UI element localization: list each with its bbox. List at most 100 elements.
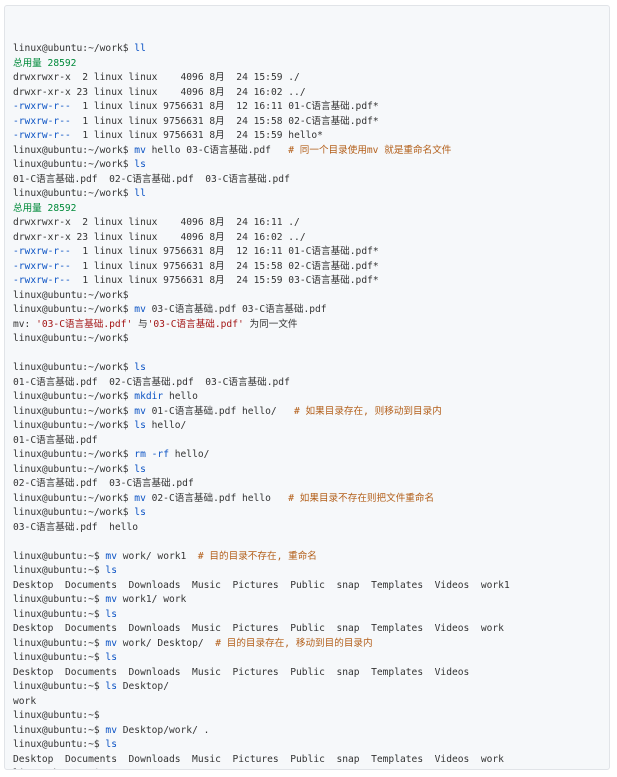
terminal-segment: drwxrwxr-x 2 linux linux 4096 8月 24 16:1… <box>13 217 300 228</box>
terminal-line: linux@ubuntu:~/work$ mv 02-C语言基础.pdf hel… <box>13 492 609 507</box>
terminal-line: 01-C语言基础.pdf <box>13 434 609 449</box>
terminal-line: -rwxrw-r-- 1 linux linux 9756631 8月 24 1… <box>13 274 609 289</box>
terminal-line: linux@ubuntu:~$ <box>13 709 609 724</box>
terminal-segment: ll <box>134 43 146 54</box>
terminal-segment: -rwxrw-r-- <box>13 115 71 127</box>
terminal-segment: 总用量 28592 <box>13 57 77 69</box>
terminal-code-block[interactable]: linux@ubuntu:~/work$ ll 总用量 28592 drwxrwxr… <box>4 5 610 770</box>
terminal-line: linux@ubuntu:~/work$ ll <box>13 42 609 57</box>
terminal-segment: -rwxrw-r-- <box>13 246 71 257</box>
terminal-segment: ls <box>134 362 146 373</box>
terminal-segment: 01-C语言基础.pdf <box>13 434 98 446</box>
terminal-segment: ls <box>105 652 117 663</box>
terminal-segment: -rwxrw-r-- <box>13 130 71 141</box>
terminal-segment: ll <box>134 188 146 199</box>
terminal-line: linux@ubuntu:~$ mv work1/ work <box>13 593 609 608</box>
terminal-segment: mv <box>134 304 146 315</box>
terminal-line: linux@ubuntu:~/work$ <box>13 289 609 304</box>
terminal-segment: linux@ubuntu:~/work$ <box>13 420 135 431</box>
terminal-segment: mv <box>134 144 146 156</box>
terminal-line: linux@ubuntu:~/work$ mv hello 03-C语言基础.p… <box>13 144 609 159</box>
terminal-line: linux@ubuntu:~/work$ ls hello/ <box>13 419 609 434</box>
terminal-line: linux@ubuntu:~$ mv work/ Desktop/ # 目的目录… <box>13 637 609 652</box>
terminal-line: 总用量 28592 <box>13 202 609 217</box>
terminal-segment: mv: <box>13 318 37 330</box>
terminal-segment: ls <box>134 507 146 518</box>
terminal-lines: linux@ubuntu:~/work$ ll 总用量 28592 drwxrwxr… <box>13 42 609 769</box>
terminal-segment: hello 03-C语言基础.pdf <box>145 144 289 156</box>
terminal-line: linux@ubuntu:~$ mv work/ work1 # 目的目录不存在… <box>13 550 609 565</box>
terminal-line: linux@ubuntu:~/work$ mv 03-C语言基础.pdf 03-… <box>13 303 609 318</box>
terminal-line: linux@ubuntu:~$ ls <box>13 651 609 666</box>
terminal-segment: 1 linux linux 9756631 8月 12 16:11 01-C语言… <box>70 246 379 257</box>
terminal-line: -rwxrw-r-- 1 linux linux 9756631 8月 12 1… <box>13 245 609 260</box>
terminal-line: linux@ubuntu:~/work$ ls <box>13 361 609 376</box>
terminal-line: mv: '03-C语言基础.pdf' 与'03-C语言基础.pdf' 为同一文件 <box>13 318 609 333</box>
terminal-line: linux@ubuntu:~/work$ ll <box>13 187 609 202</box>
terminal-segment: ls <box>134 420 146 431</box>
terminal-line: -rwxrw-r-- 1 linux linux 9756631 8月 12 1… <box>13 100 609 115</box>
terminal-line: linux@ubuntu:~$ ls <box>13 738 609 753</box>
terminal-line: Desktop Documents Downloads Music Pictur… <box>13 579 609 594</box>
terminal-segment: work <box>13 695 37 707</box>
terminal-segment: 02-C语言基础.pdf 03-C语言基础.pdf <box>13 478 194 489</box>
terminal-segment: mv <box>134 405 146 417</box>
terminal-line: -rwxrw-r-- 1 linux linux 9756631 8月 24 1… <box>13 115 609 130</box>
terminal-line: linux@ubuntu:~/work$ mv 01-C语言基础.pdf hel… <box>13 405 609 420</box>
terminal-segment: 01-C语言基础.pdf hello/ <box>145 405 294 417</box>
terminal-segment: linux@ubuntu:~/work$ <box>13 405 135 417</box>
terminal-segment: linux@ubuntu:~/work$ <box>13 391 135 402</box>
terminal-segment: linux@ubuntu:~/work$ <box>13 492 135 504</box>
terminal-segment: 03-C语言基础.pdf hello <box>13 521 139 533</box>
terminal-segment: -rwxrw-r-- <box>13 260 71 272</box>
terminal-segment: linux@ubuntu:~$ <box>13 724 106 736</box>
terminal-segment: linux@ubuntu:~$ <box>13 681 106 692</box>
terminal-segment: Desktop Documents Downloads Music Pictur… <box>13 753 504 765</box>
terminal-line: -rwxrw-r-- 1 linux linux 9756631 8月 24 1… <box>13 129 609 144</box>
terminal-line: Desktop Documents Downloads Music Pictur… <box>13 753 609 768</box>
terminal-line: linux@ubuntu:~/work$ ls <box>13 506 609 521</box>
terminal-segment: work1/ work <box>116 594 187 605</box>
terminal-line: 02-C语言基础.pdf 03-C语言基础.pdf <box>13 477 609 492</box>
terminal-segment: work/ Desktop/ <box>116 637 216 649</box>
terminal-segment: hello/ <box>145 420 187 431</box>
terminal-segment: ls <box>105 739 117 750</box>
terminal-segment: linux@ubuntu:~/work$ <box>13 289 129 301</box>
terminal-segment: 1 linux linux 9756631 8月 24 15:58 02-C语言… <box>70 115 379 127</box>
terminal-segment: drwxr-xr-x 23 linux linux 4096 8月 24 16:… <box>13 86 306 98</box>
terminal-segment: linux@ubuntu:~/work$ <box>13 507 135 518</box>
terminal-segment: 01-C语言基础.pdf 02-C语言基础.pdf 03-C语言基础.pdf <box>13 376 290 388</box>
terminal-segment: ls <box>134 463 146 475</box>
terminal-line: linux@ubuntu:~$ ls <box>13 564 609 579</box>
terminal-line: work <box>13 695 609 710</box>
terminal-line: linux@ubuntu:~/work$ mkdir hello <box>13 390 609 405</box>
terminal-segment: linux@ubuntu:~$ <box>13 710 100 721</box>
terminal-segment: work/ work1 <box>116 550 198 562</box>
terminal-segment: Desktop Documents Downloads Music Pictur… <box>13 579 510 591</box>
terminal-segment: # 如果目录不存在则把文件重命名 <box>288 492 435 504</box>
terminal-line: linux@ubuntu:~$ ls <box>13 608 609 623</box>
terminal-segment: Desktop/ <box>116 681 169 692</box>
terminal-segment: # 目的目录存在, 移动到目的目录内 <box>215 637 373 649</box>
terminal-line: 01-C语言基础.pdf 02-C语言基础.pdf 03-C语言基础.pdf <box>13 173 609 188</box>
terminal-line: drwxrwxr-x 2 linux linux 4096 8月 24 16:1… <box>13 216 609 231</box>
terminal-segment: linux@ubuntu:~/work$ <box>13 144 135 156</box>
terminal-segment: mv <box>134 492 146 504</box>
terminal-line: Desktop Documents Downloads Music Pictur… <box>13 666 609 681</box>
terminal-segment: mkdir <box>134 391 164 402</box>
terminal-segment: ls <box>105 608 117 620</box>
terminal-segment: 1 linux linux 9756631 8月 24 15:58 02-C语言… <box>70 260 379 272</box>
terminal-line: Desktop Documents Downloads Music Pictur… <box>13 622 609 637</box>
terminal-segment: linux@ubuntu:~$ <box>13 608 106 620</box>
terminal-segment: mv <box>105 594 117 605</box>
terminal-segment: linux@ubuntu:~$ <box>13 739 106 750</box>
terminal-segment: '03-C语言基础.pdf' <box>36 318 133 330</box>
terminal-segment: Desktop Documents Downloads Music Pictur… <box>13 623 504 634</box>
terminal-segment: linux@ubuntu:~$ <box>13 594 106 605</box>
terminal-segment: mv <box>105 637 117 649</box>
terminal-segment: linux@ubuntu:~/work$ <box>13 43 135 54</box>
terminal-segment: mv <box>105 550 117 562</box>
terminal-segment: # 目的目录不存在, 重命名 <box>197 550 317 562</box>
